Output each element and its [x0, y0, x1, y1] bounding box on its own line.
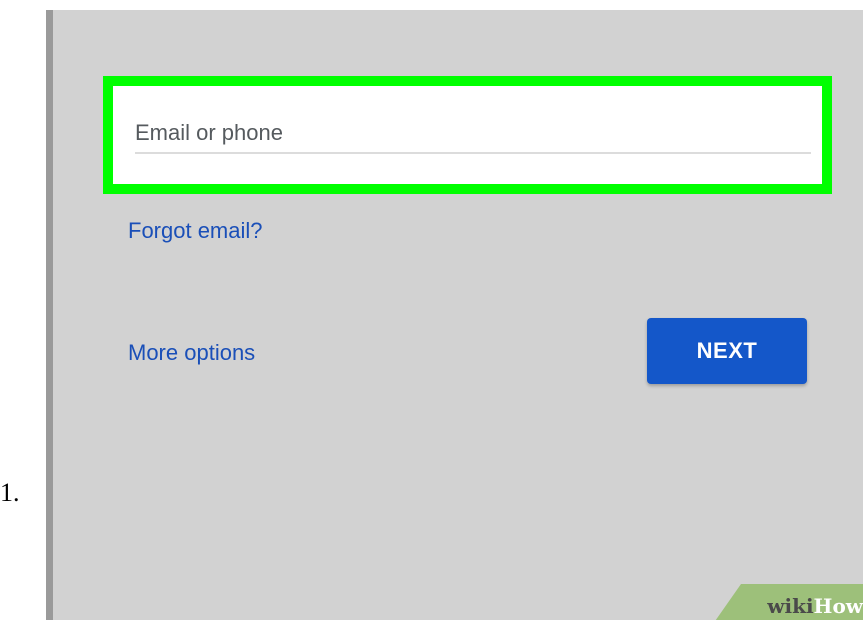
watermark-how: How: [813, 594, 863, 618]
wikihow-logo: wikiHow: [767, 594, 863, 618]
more-options-link[interactable]: More options: [128, 340, 255, 366]
page: 1. Forgot email? More options NEXT wikiH…: [0, 0, 863, 620]
step-number: 1.: [0, 478, 20, 507]
email-or-phone-input[interactable]: [135, 114, 811, 154]
forgot-email-link[interactable]: Forgot email?: [128, 218, 263, 244]
watermark-wiki: wiki: [767, 594, 814, 618]
email-field-highlight: [103, 76, 832, 194]
signin-screenshot: Forgot email? More options NEXT wikiHow: [46, 10, 863, 620]
next-button[interactable]: NEXT: [647, 318, 807, 384]
